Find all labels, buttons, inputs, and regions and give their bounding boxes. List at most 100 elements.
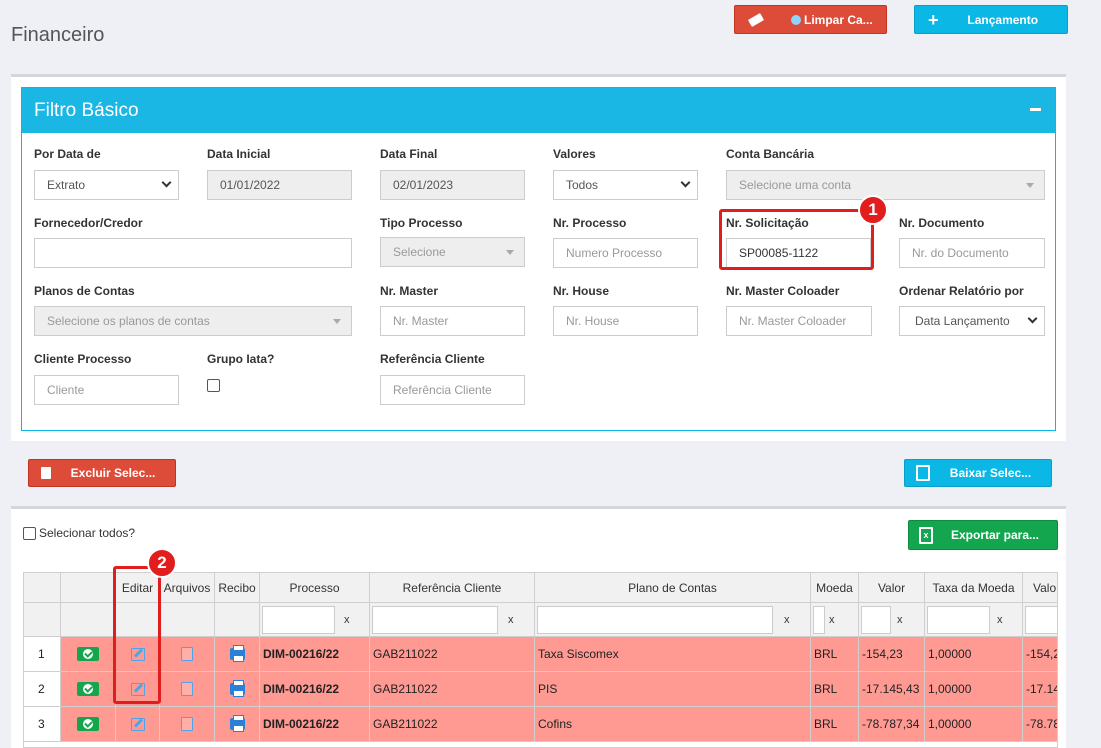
nr-house-input[interactable]: Nr. House (553, 306, 698, 336)
collapse-icon[interactable] (1030, 108, 1041, 111)
row-status[interactable] (61, 707, 116, 742)
annotation-marker-1: 1 (858, 195, 888, 225)
valores-select[interactable]: Todos (553, 170, 698, 200)
new-entry-label: Lançamento (967, 12, 1039, 27)
row-receipt[interactable] (215, 672, 260, 707)
row-valor: -17.145,43 (859, 672, 925, 707)
tipo-processo-select[interactable]: Selecione (380, 237, 525, 267)
check-icon[interactable] (77, 682, 99, 696)
data-final-field[interactable]: 02/01/2023 (380, 170, 525, 200)
file-icon[interactable] (181, 647, 193, 661)
file-icon[interactable] (181, 682, 193, 696)
fornecedor-input[interactable] (34, 238, 352, 268)
col-header-taxa[interactable]: Taxa da Moeda (925, 573, 1023, 603)
valo-filter-input[interactable] (1025, 605, 1057, 634)
clear-plano-filter[interactable]: x (784, 614, 790, 626)
row-processo: DIM-00216/22 (260, 637, 370, 672)
row-taxa: 1,00000 (925, 707, 1023, 742)
clear-valor-filter[interactable]: x (897, 614, 903, 626)
select-all-checkbox[interactable] (23, 526, 36, 540)
referencia-filter-input[interactable] (372, 605, 498, 634)
row-files[interactable] (160, 707, 215, 742)
col-header-rownum (24, 573, 61, 603)
page-title: Financeiro (11, 24, 105, 46)
solicitacao-highlight (719, 209, 874, 270)
por-data-de-select[interactable]: Extrato (34, 170, 179, 200)
row-receipt[interactable] (215, 707, 260, 742)
file-icon[interactable] (181, 717, 193, 731)
filter-cell-moeda: x (811, 603, 859, 637)
row-moeda: BRL (811, 672, 859, 707)
taxa-filter-input[interactable] (927, 605, 990, 634)
data-inicial-field[interactable]: 01/01/2022 (207, 170, 352, 200)
editar-highlight (113, 566, 161, 704)
printer-icon[interactable] (229, 645, 245, 662)
row-files[interactable] (160, 637, 215, 672)
printer-icon[interactable] (229, 680, 245, 697)
col-header-valor[interactable]: Valor (859, 573, 925, 603)
calculator-icon (916, 465, 930, 481)
clear-moeda-filter[interactable]: x (829, 614, 835, 626)
clear-filters-button[interactable]: Limpar Ca... (734, 5, 887, 34)
nr-processo-label: Nr. Processo (553, 216, 627, 230)
valor-filter-input[interactable] (861, 605, 891, 634)
results-grid: Editar Arquivos Recibo Processo Referênc… (23, 572, 1058, 748)
ordenar-select[interactable]: Data Lançamento (899, 306, 1045, 336)
chevron-down-icon (1027, 313, 1038, 324)
edit-icon[interactable] (130, 717, 145, 731)
valores-label: Valores (553, 147, 596, 161)
delete-selected-label: Excluir Selec... (70, 466, 156, 480)
nr-master-label: Nr. Master (380, 284, 439, 298)
filter-cell-referencia: x (370, 603, 535, 637)
referencia-cliente-label: Referência Cliente (380, 352, 485, 366)
referencia-cliente-input[interactable]: Referência Cliente (380, 375, 525, 405)
nr-processo-input[interactable]: Numero Processo (553, 238, 698, 268)
select-all-label: Selecionar todos? (39, 526, 136, 540)
col-header-processo[interactable]: Processo (260, 573, 370, 603)
processo-filter-input[interactable] (262, 605, 335, 634)
delete-selected-button[interactable]: Excluir Selec... (28, 459, 176, 487)
select-all[interactable]: Selecionar todos? (23, 526, 135, 540)
row-referencia: GAB211022 (370, 637, 535, 672)
planos-contas-label: Planos de Contas (34, 284, 135, 298)
clear-processo-filter[interactable]: x (344, 614, 350, 626)
nr-documento-label: Nr. Documento (899, 216, 985, 230)
col-header-arquivos[interactable]: Arquivos (160, 573, 215, 603)
export-button[interactable]: x Exportar para... (908, 520, 1058, 550)
col-header-moeda[interactable]: Moeda (811, 573, 859, 603)
cliente-processo-input[interactable]: Cliente (34, 375, 179, 405)
plano-filter-input[interactable] (537, 605, 773, 634)
moeda-filter-input[interactable] (813, 605, 825, 634)
excel-icon: x (919, 526, 933, 544)
clear-referencia-filter[interactable]: x (508, 614, 514, 626)
col-header-referencia[interactable]: Referência Cliente (370, 573, 535, 603)
nr-master-input[interactable]: Nr. Master (380, 306, 525, 336)
row-referencia: GAB211022 (370, 672, 535, 707)
grupo-iata-checkbox[interactable] (207, 379, 220, 392)
conta-bancaria-select[interactable]: Selecione uma conta (726, 170, 1045, 200)
caret-down-icon (506, 250, 514, 255)
planos-contas-select[interactable]: Selecione os planos de contas (34, 306, 352, 336)
nr-documento-input[interactable]: Nr. do Documento (899, 238, 1045, 268)
row-status[interactable] (61, 672, 116, 707)
row-edit[interactable] (116, 707, 160, 742)
row-receipt[interactable] (215, 637, 260, 672)
eraser-icon (747, 12, 765, 27)
check-icon[interactable] (77, 647, 99, 661)
col-header-valo[interactable]: Valo (1023, 573, 1057, 603)
row-plano: PIS (535, 672, 811, 707)
download-selected-button[interactable]: Baixar Selec... (904, 459, 1052, 487)
col-header-recibo[interactable]: Recibo (215, 573, 260, 603)
clear-taxa-filter[interactable]: x (997, 614, 1003, 626)
printer-icon[interactable] (229, 715, 245, 732)
row-valo: -154,2 (1023, 637, 1057, 672)
col-header-plano[interactable]: Plano de Contas (535, 573, 811, 603)
conta-bancaria-label: Conta Bancária (726, 147, 815, 161)
filter-cell-valor: x (859, 603, 925, 637)
check-icon[interactable] (77, 717, 99, 731)
row-status[interactable] (61, 637, 116, 672)
export-label: Exportar para... (950, 528, 1040, 542)
nr-master-coloader-input[interactable]: Nr. Master Coloader (726, 306, 872, 336)
row-files[interactable] (160, 672, 215, 707)
new-entry-button[interactable]: + Lançamento (914, 5, 1068, 34)
